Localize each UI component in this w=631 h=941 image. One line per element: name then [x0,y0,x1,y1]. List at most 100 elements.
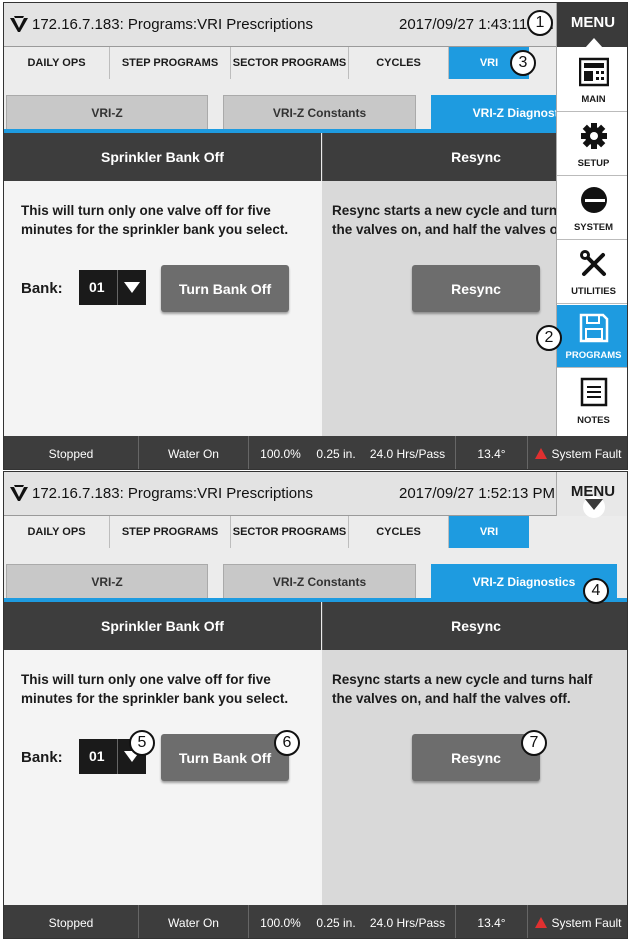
tab-daily-ops[interactable]: DAILY OPS [4,47,110,79]
datetime: 2017/09/27 1:52:13 PM [399,485,555,502]
bank-off-panel: This will turn only one valve off for fi… [4,181,322,436]
turn-bank-off-button[interactable]: Turn Bank Off [161,265,289,312]
status-angle: 13.4° [456,436,528,469]
tab-vri[interactable]: VRI [449,516,529,548]
subtab-vri-z-constants[interactable]: VRI-Z Constants [223,564,416,598]
menu-label-programs: PROGRAMS [565,350,622,361]
gear-icon [581,123,607,149]
status-hours-per-pass: 24.0 Hrs/Pass [360,436,456,469]
dropdown-divider [117,739,118,774]
resync-button[interactable]: Resync [412,265,540,312]
status-fault[interactable]: System Fault [528,436,627,469]
turn-bank-off-button[interactable]: Turn Bank Off [161,734,289,781]
callout-marker: 1 [527,10,553,36]
menu-label-notes: NOTES [577,415,610,426]
bank-off-text-line-2: minutes for the sprinkler bank you selec… [21,691,289,706]
bank-label: Bank: [21,280,63,297]
resync-text-line-1: Resync starts a new cycle and turns half [332,203,593,218]
status-hours-per-pass: 24.0 Hrs/Pass [360,905,456,938]
bank-off-text-line-1: This will turn only one valve off for fi… [21,672,271,687]
status-water: Water On [139,436,249,469]
menu-label: MENU [570,483,616,500]
status-depth: 0.25 in. [316,446,356,461]
sub-tab-bar: VRI-Z VRI-Z Constants VRI-Z Diagnostics [4,79,627,133]
system-gauge-icon [581,187,607,213]
callout-marker: 2 [536,325,562,351]
menu-item-programs[interactable]: PROGRAMS [557,305,627,368]
tab-cycles[interactable]: CYCLES [349,516,449,548]
status-state: Stopped [4,436,139,469]
menu-label-setup: SETUP [577,158,610,169]
menu-button[interactable]: MENU [556,472,627,518]
menu-label-utilities: UTILITIES [571,286,616,297]
fault-label: System Fault [551,446,622,461]
tab-daily-ops[interactable]: DAILY OPS [4,516,110,548]
window-title: 172.16.7.183: Programs:VRI Prescriptions [32,485,313,502]
resync-text-line-1: Resync starts a new cycle and turns half [332,672,593,687]
menu-label: MENU [570,14,616,31]
menu-item-main[interactable]: MAIN [557,49,627,112]
menu-item-setup[interactable]: SETUP [557,113,627,176]
resync-text-line-2: the valves on, and half the valves off. [332,222,571,237]
bank-off-description: This will turn only one valve off for fi… [21,201,288,239]
bank-off-text-line-1: This will turn only one valve off for fi… [21,203,271,218]
status-percent: 100.0% [260,915,301,930]
sub-tab-bar: VRI-Z VRI-Z Constants VRI-Z Diagnostics [4,548,627,602]
menu-item-system[interactable]: SYSTEM [557,177,627,240]
subtab-vri-z-constants[interactable]: VRI-Z Constants [223,95,416,129]
bank-value: 01 [89,279,105,295]
menu-button[interactable]: MENU [556,3,627,48]
menu-item-utilities[interactable]: UTILITIES [557,241,627,304]
menu-label-system: SYSTEM [573,222,614,233]
tab-step-programs[interactable]: STEP PROGRAMS [110,47,231,79]
warning-icon [535,917,548,928]
status-depth: 0.25 in. [316,915,356,930]
tab-sector-programs[interactable]: SECTOR PROGRAMS [231,516,349,548]
resync-panel: Resync starts a new cycle and turns half… [322,650,627,905]
window-title: 172.16.7.183: Programs:VRI Prescriptions [32,16,313,33]
resync-text-line-2: the valves on, and half the valves off. [332,691,571,706]
valley-logo-icon [10,485,28,501]
notes-icon [580,377,608,407]
menu-item-notes[interactable]: NOTES [557,369,627,432]
top-tabs: DAILY OPS STEP PROGRAMS SECTOR PROGRAMS … [4,516,529,548]
tools-icon [580,250,606,276]
subtab-vri-z[interactable]: VRI-Z [6,564,208,598]
top-tabs: DAILY OPS STEP PROGRAMS SECTOR PROGRAMS … [4,47,529,79]
status-angle: 13.4° [456,905,528,938]
callout-marker: 3 [510,50,536,76]
status-bar: Stopped Water On 100.0% 0.25 in. 24.0 Hr… [4,436,627,469]
callout-marker: 4 [583,578,609,604]
menu-label-main: MAIN [581,94,606,105]
chevron-down-icon [124,282,140,293]
warning-icon [535,448,548,459]
bank-dropdown[interactable]: 01 [79,270,146,305]
status-state: Stopped [4,905,139,938]
bank-off-header: Sprinkler Bank Off [4,602,321,650]
floppy-disk-icon [579,313,609,343]
side-menu: MAIN SETUP SYSTEM UTILITIES PROGRAMS NOT… [556,47,627,436]
callout-marker: 6 [274,730,300,756]
bank-off-header: Sprinkler Bank Off [4,133,321,181]
tab-sector-programs[interactable]: SECTOR PROGRAMS [231,47,349,79]
fault-label: System Fault [551,915,622,930]
bank-off-panel: This will turn only one valve off for fi… [4,650,322,905]
tab-step-programs[interactable]: STEP PROGRAMS [110,516,231,548]
callout-marker: 5 [129,730,155,756]
subtab-vri-z[interactable]: VRI-Z [6,95,208,129]
screen-menu-open: 172.16.7.183: Programs:VRI Prescriptions… [3,2,628,470]
status-bar: Stopped Water On 100.0% 0.25 in. 24.0 Hr… [4,905,627,938]
bank-label: Bank: [21,749,63,766]
resync-description: Resync starts a new cycle and turns half… [332,201,592,239]
valley-logo-icon [10,16,28,32]
title-bar: 172.16.7.183: Programs:VRI Prescriptions… [4,472,627,518]
status-percent: 100.0% [260,446,301,461]
caret-down-icon [585,499,603,510]
tab-cycles[interactable]: CYCLES [349,47,449,79]
status-fault[interactable]: System Fault [528,905,627,938]
screen-menu-closed: 172.16.7.183: Programs:VRI Prescriptions… [3,471,628,939]
bank-off-text-line-2: minutes for the sprinkler bank you selec… [21,222,289,237]
bank-off-description: This will turn only one valve off for fi… [21,670,288,708]
main-display-icon [579,57,609,87]
status-water: Water On [139,905,249,938]
